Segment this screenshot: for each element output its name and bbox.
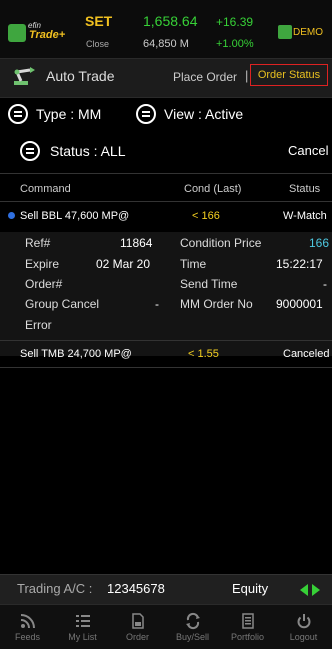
efin-logo-icon [8, 24, 26, 42]
tab-place-order[interactable]: Place Order [173, 70, 237, 84]
page-title: Auto Trade [46, 68, 115, 84]
nav-label: Buy/Sell [175, 632, 210, 642]
ref-label: Ref# [25, 236, 51, 250]
status-filter[interactable]: Status : ALL [50, 143, 126, 159]
nav-portfolio[interactable]: Portfolio [220, 604, 275, 648]
demo-icon[interactable] [278, 25, 292, 39]
order-detail-panel [0, 232, 332, 356]
nav-label: Order [125, 632, 149, 642]
close-label: Close [86, 39, 110, 49]
market-name[interactable]: SET [85, 13, 112, 29]
column-cond: Cond (Last) [184, 183, 242, 195]
row-command[interactable]: Sell TMB 24,700 MP@ [20, 348, 132, 360]
exchange-icon [185, 612, 200, 630]
order-number-label: Order# [25, 277, 63, 291]
type-menu-icon[interactable] [8, 104, 28, 124]
header-divider [0, 173, 332, 174]
selected-dot-icon [8, 212, 15, 219]
power-icon [297, 614, 310, 629]
rss-icon [20, 614, 35, 629]
condition-price-value: 166 [309, 236, 330, 250]
cancel-button[interactable]: Cancel [288, 143, 328, 158]
group-cancel-label: Group Cancel [25, 297, 100, 311]
nav-buy-sell[interactable]: Buy/Sell [165, 604, 220, 648]
index-value: 1,658.64 [143, 13, 198, 29]
group-cancel-value: - [155, 297, 159, 311]
row-cond[interactable]: < 1.55 [188, 348, 219, 360]
nav-my-list[interactable]: My List [55, 604, 110, 648]
nav-label: My List [68, 632, 97, 642]
table-divider [0, 201, 332, 202]
condition-price-label: Condition Price [180, 236, 262, 250]
demo-label[interactable]: DEMO [293, 27, 323, 38]
list-icon [75, 615, 90, 627]
logo-text-bottom: Trade+ [29, 29, 66, 41]
account-number[interactable]: 12345678 [107, 581, 165, 596]
column-status: Status [289, 183, 321, 195]
tab-order-status[interactable]: Order Status [250, 64, 328, 86]
nav-label: Logout [289, 632, 318, 642]
row-status[interactable]: Canceled [283, 348, 329, 360]
row-cond[interactable]: < 166 [192, 210, 220, 222]
send-time-value: - [323, 277, 327, 291]
time-label: Time [180, 257, 207, 271]
account-label: Trading A/C : [17, 581, 93, 596]
expire-label: Expire [25, 257, 60, 271]
volume-value: 64,850 M [143, 38, 189, 50]
type-filter[interactable]: Type : MM [36, 106, 101, 122]
send-time-label: Send Time [180, 277, 238, 291]
nav-order[interactable]: Order [110, 604, 165, 648]
robot-arm-icon [14, 67, 35, 85]
row-divider [0, 340, 332, 341]
document-icon [131, 613, 144, 629]
portfolio-icon [241, 613, 254, 629]
expire-value: 02 Mar 20 [96, 257, 151, 271]
mm-order-label: MM Order No [180, 297, 253, 311]
nav-label: Feeds [14, 632, 40, 642]
mm-order-value: 9000001 [276, 297, 323, 311]
nav-logout[interactable]: Logout [275, 604, 332, 648]
status-menu-icon[interactable] [20, 141, 40, 161]
swap-account-icon[interactable] [297, 583, 323, 597]
view-menu-icon[interactable] [136, 104, 156, 124]
ref-value: 11864 [120, 236, 153, 250]
account-type[interactable]: Equity [232, 581, 268, 596]
column-command: Command [20, 183, 71, 195]
change-percent: +1.00% [216, 38, 254, 50]
row-command[interactable]: Sell BBL 47,600 MP@ [20, 210, 129, 222]
tab-separator: | [245, 68, 249, 83]
view-filter[interactable]: View : Active [164, 106, 243, 122]
nav-feeds[interactable]: Feeds [0, 604, 55, 648]
row-status[interactable]: W-Match [283, 210, 327, 222]
time-value: 15:22:17 [276, 257, 323, 271]
error-label: Error [25, 318, 52, 332]
change-value: +16.39 [216, 15, 254, 29]
nav-label: Portfolio [230, 632, 265, 642]
row-divider [0, 367, 332, 368]
